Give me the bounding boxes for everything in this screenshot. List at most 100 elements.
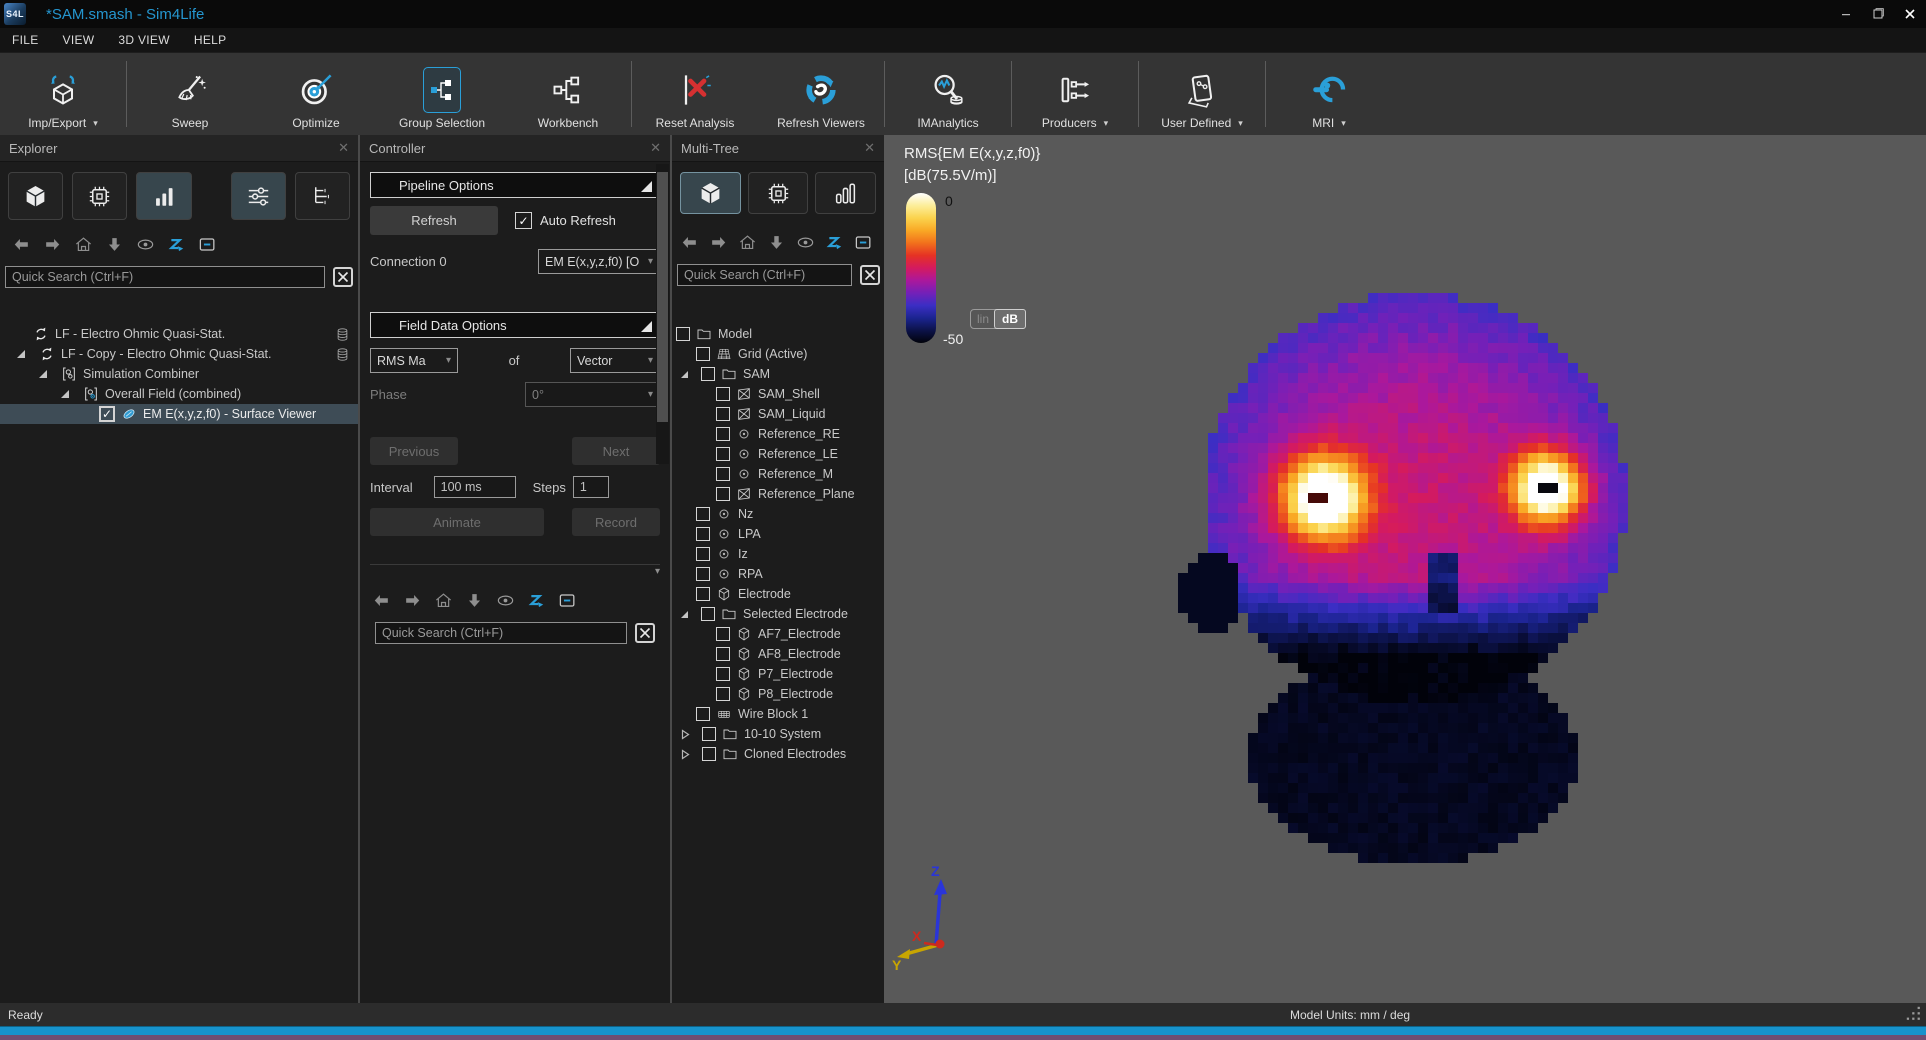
multitree-search-input[interactable] xyxy=(677,264,852,286)
chevron-down-icon[interactable]: ▾ xyxy=(1341,118,1346,129)
explorer-view-bar-chart-icon[interactable] xyxy=(136,172,191,220)
multitree-tree-item-p7-electrode[interactable]: P7_Electrode xyxy=(672,664,884,684)
multitree-tree-item-electrode[interactable]: Electrode xyxy=(672,584,884,604)
component-dropdown[interactable]: Vector▾ xyxy=(570,348,660,373)
multitree-tree-item-lpa[interactable]: LPA xyxy=(672,524,884,544)
explorer-tree-item-overall-field-combined[interactable]: Overall Field (combined) xyxy=(0,384,358,404)
explorer-tree-item-lf-copy-electro-ohmic-quasi-stat[interactable]: LF - Copy - Electro Ohmic Quasi-Stat. xyxy=(0,344,358,364)
menu-item-help[interactable]: HELP xyxy=(194,33,227,47)
z-order-icon[interactable] xyxy=(825,233,844,252)
steps-input[interactable] xyxy=(573,476,609,498)
home-icon[interactable] xyxy=(434,591,453,610)
record-button[interactable]: Record xyxy=(572,508,660,536)
multitree-tree-item-reference-le[interactable]: Reference_LE xyxy=(672,444,884,464)
field-data-options-header[interactable]: Field Data Options xyxy=(370,312,660,338)
toolbar-refresh-viewers[interactable]: Refresh Viewers xyxy=(758,53,884,135)
nz-visibility-checkbox[interactable] xyxy=(696,507,710,521)
explorer-view-sliders-icon[interactable] xyxy=(231,172,286,220)
expand-expander-icon[interactable] xyxy=(681,729,690,740)
collapse-expander-icon[interactable] xyxy=(39,370,47,378)
p7-electrode-visibility-checkbox[interactable] xyxy=(716,667,730,681)
explorer-view-hierarchy-icon[interactable] xyxy=(295,172,350,220)
toolbar-imanalytics[interactable]: IMAnalytics xyxy=(885,53,1011,135)
refresh-button[interactable]: Refresh xyxy=(370,206,498,235)
animate-button[interactable]: Animate xyxy=(370,508,544,536)
down-arrow-icon[interactable] xyxy=(767,233,786,252)
sam-liquid-visibility-checkbox[interactable] xyxy=(716,407,730,421)
collapse-expander-icon[interactable] xyxy=(681,371,688,378)
explorer-tree-item-simulation-combiner[interactable]: Simulation Combiner xyxy=(0,364,358,384)
selected-electrode-visibility-checkbox[interactable] xyxy=(701,607,715,621)
multitree-tree-item-af8-electrode[interactable]: AF8_Electrode xyxy=(672,644,884,664)
multitree-tree-item-selected-electrode[interactable]: Selected Electrode xyxy=(672,604,884,624)
back-arrow-icon[interactable] xyxy=(680,233,699,252)
explorer-tree-item-lf-electro-ohmic-quasi-stat[interactable]: LF - Electro Ohmic Quasi-Stat. xyxy=(0,324,358,344)
toolbar-mri[interactable]: MRI▾ xyxy=(1266,53,1392,135)
explorer-search-input[interactable] xyxy=(5,266,325,288)
af7-electrode-visibility-checkbox[interactable] xyxy=(716,627,730,641)
chevron-down-icon[interactable]: ▾ xyxy=(93,118,98,129)
auto-refresh-checkbox[interactable] xyxy=(515,212,532,229)
reference-le-visibility-checkbox[interactable] xyxy=(716,447,730,461)
lin-scale-button[interactable]: lin xyxy=(971,310,995,328)
explorer-tree-item-em-e-x-y-z-f0-surface-viewer[interactable]: EM E(x,y,z,f0) - Surface Viewer xyxy=(0,404,358,424)
multitree-view-chip-icon[interactable] xyxy=(748,172,809,214)
close-button[interactable] xyxy=(1894,0,1926,28)
viewport-3d[interactable]: RMS{EM E(x,y,z,f0)} [dB(75.5V/m)] 0 -50 … xyxy=(884,135,1926,1003)
down-arrow-icon[interactable] xyxy=(465,591,484,610)
eye-icon[interactable] xyxy=(136,235,155,254)
forward-arrow-icon[interactable] xyxy=(43,235,62,254)
toolbar-sweep[interactable]: Sweep xyxy=(127,53,253,135)
controller-scrollbar[interactable] xyxy=(656,164,669,464)
af8-electrode-visibility-checkbox[interactable] xyxy=(716,647,730,661)
previous-button[interactable]: Previous xyxy=(370,437,458,465)
multitree-tree-item-af7-electrode[interactable]: AF7_Electrode xyxy=(672,624,884,644)
iz-visibility-checkbox[interactable] xyxy=(696,547,710,561)
connection-dropdown[interactable]: EM E(x,y,z,f0) [O▾ xyxy=(538,249,660,274)
chevron-down-icon[interactable]: ▾ xyxy=(1238,118,1243,129)
back-arrow-icon[interactable] xyxy=(12,235,31,254)
multitree-tree-item-sam-shell[interactable]: SAM_Shell xyxy=(672,384,884,404)
quantity-dropdown[interactable]: RMS Ma▾ xyxy=(370,348,458,373)
multitree-tree-item-10-10-system[interactable]: 10-10 System xyxy=(672,724,884,744)
interval-input[interactable] xyxy=(434,476,516,498)
toolbar-optimize[interactable]: Optimize xyxy=(253,53,379,135)
forward-arrow-icon[interactable] xyxy=(403,591,422,610)
minimize-button[interactable] xyxy=(1830,0,1862,28)
forward-arrow-icon[interactable] xyxy=(709,233,728,252)
grid-active-visibility-checkbox[interactable] xyxy=(696,347,710,361)
collapse-expander-icon[interactable] xyxy=(61,390,69,398)
expand-expander-icon[interactable] xyxy=(681,749,690,760)
eye-icon[interactable] xyxy=(496,591,515,610)
electrode-visibility-checkbox[interactable] xyxy=(696,587,710,601)
sam-shell-visibility-checkbox[interactable] xyxy=(716,387,730,401)
multitree-tree-item-reference-m[interactable]: Reference_M xyxy=(672,464,884,484)
explorer-view-cube-icon[interactable] xyxy=(8,172,63,220)
controller-close-icon[interactable]: ✕ xyxy=(650,140,661,156)
multitree-tree-item-grid-active[interactable]: Grid (Active) xyxy=(672,344,884,364)
sam-visibility-checkbox[interactable] xyxy=(701,367,715,381)
multitree-close-icon[interactable]: ✕ xyxy=(864,140,875,156)
multitree-view-cube-icon[interactable] xyxy=(680,172,741,214)
lpa-visibility-checkbox[interactable] xyxy=(696,527,710,541)
pipeline-options-header[interactable]: Pipeline Options xyxy=(370,172,660,198)
toolbar-group-selection[interactable]: Group Selection xyxy=(379,53,505,135)
explorer-close-icon[interactable]: ✕ xyxy=(338,140,349,156)
toolbar-workbench[interactable]: Workbench xyxy=(505,53,631,135)
menu-item-view[interactable]: VIEW xyxy=(63,33,95,47)
controller-search-clear-button[interactable] xyxy=(635,623,655,643)
reference-plane-visibility-checkbox[interactable] xyxy=(716,487,730,501)
10-10-system-visibility-checkbox[interactable] xyxy=(702,727,716,741)
toolbar-imp-export[interactable]: Imp/Export▾ xyxy=(0,53,126,135)
eye-icon[interactable] xyxy=(796,233,815,252)
multitree-view-bar-chart-outline-icon[interactable] xyxy=(815,172,876,214)
collapse-expander-icon[interactable] xyxy=(17,350,25,358)
home-icon[interactable] xyxy=(738,233,757,252)
multitree-tree-item-nz[interactable]: Nz xyxy=(672,504,884,524)
collapse-all-icon[interactable] xyxy=(558,591,577,610)
multitree-tree-item-iz[interactable]: Iz xyxy=(672,544,884,564)
down-arrow-icon[interactable] xyxy=(105,235,124,254)
cloned-electrodes-visibility-checkbox[interactable] xyxy=(702,747,716,761)
toolbar-reset-analysis[interactable]: Reset Analysis xyxy=(632,53,758,135)
rpa-visibility-checkbox[interactable] xyxy=(696,567,710,581)
